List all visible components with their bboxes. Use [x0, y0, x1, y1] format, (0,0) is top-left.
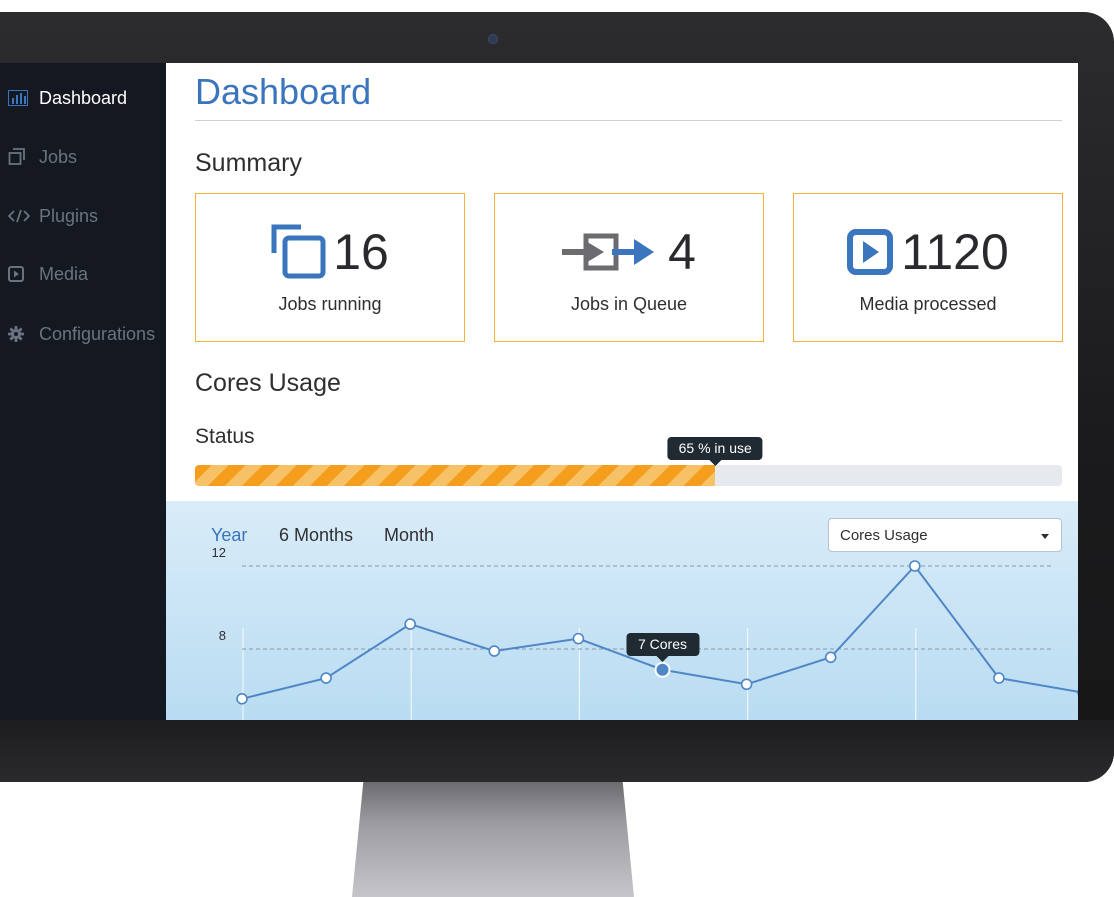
progress-tooltip: 65 % in use	[667, 437, 763, 466]
data-point	[236, 693, 248, 705]
data-point-highlighted	[654, 661, 671, 678]
summary-card-jobs-running: 16 Jobs running	[195, 193, 465, 342]
data-point	[320, 672, 332, 684]
divider	[195, 120, 1062, 121]
monitor-stand	[352, 782, 634, 897]
sidebar-item-media[interactable]: Media	[8, 259, 88, 289]
summary-card-media-processed: 1120 Media processed	[793, 193, 1063, 342]
jobs-running-count: 16	[333, 224, 389, 280]
sidebar-item-dashboard[interactable]: Dashboard	[8, 83, 127, 113]
summary-heading: Summary	[195, 149, 302, 177]
data-point	[740, 678, 753, 691]
data-point	[488, 645, 501, 657]
sidebar-item-label: Configurations	[39, 323, 156, 344]
play-square-icon	[8, 266, 30, 282]
play-square-icon	[847, 229, 894, 275]
status-heading: Status	[195, 425, 255, 448]
copy-icon	[271, 223, 329, 281]
code-icon	[8, 209, 30, 223]
sidebar-item-configurations[interactable]: Configurations	[8, 319, 155, 349]
y-tick-label: 12	[212, 545, 226, 560]
media-processed-count: 1120	[901, 224, 1009, 280]
gear-icon	[8, 326, 30, 342]
sidebar-item-label: Plugins	[39, 205, 99, 226]
data-point	[404, 618, 416, 630]
chart-tooltip: 7 Cores	[625, 632, 700, 662]
page-title: Dashboard	[195, 71, 372, 112]
y-tick-label: 8	[219, 628, 226, 643]
copy-icon	[8, 148, 30, 166]
sidebar: Dashboard Jobs Plugins Media Configurati…	[0, 63, 166, 720]
sidebar-item-label: Jobs	[39, 146, 78, 167]
data-point	[824, 651, 837, 664]
jobs-in-queue-count: 4	[668, 224, 696, 280]
summary-card-jobs-queue: 4 Jobs in Queue	[494, 193, 764, 342]
cores-progress-fill	[195, 465, 716, 486]
main-content: Dashboard Summary 16 Jobs running 4 Jobs…	[166, 63, 1078, 720]
data-point	[993, 672, 1005, 684]
media-processed-label: Media processed	[859, 294, 997, 314]
sidebar-item-label: Media	[39, 263, 89, 284]
webcam	[488, 34, 498, 44]
sidebar-item-label: Dashboard	[39, 87, 128, 108]
queue-arrow-icon	[562, 230, 655, 274]
data-point	[572, 632, 585, 645]
jobs-in-queue-label: Jobs in Queue	[570, 294, 688, 314]
cores-usage-heading: Cores Usage	[195, 369, 341, 397]
data-point	[908, 560, 921, 572]
jobs-running-label: Jobs running	[278, 294, 382, 314]
app-screen: Dashboard Jobs Plugins Media Configurati…	[0, 63, 1078, 720]
monitor-chin	[0, 720, 1114, 782]
cores-usage-chart: 12 8	[212, 545, 1078, 720]
sidebar-item-plugins[interactable]: Plugins	[8, 201, 98, 231]
cores-progress-bar	[195, 465, 1062, 486]
bar-chart-icon	[8, 90, 30, 106]
sidebar-item-jobs[interactable]: Jobs	[8, 142, 77, 172]
